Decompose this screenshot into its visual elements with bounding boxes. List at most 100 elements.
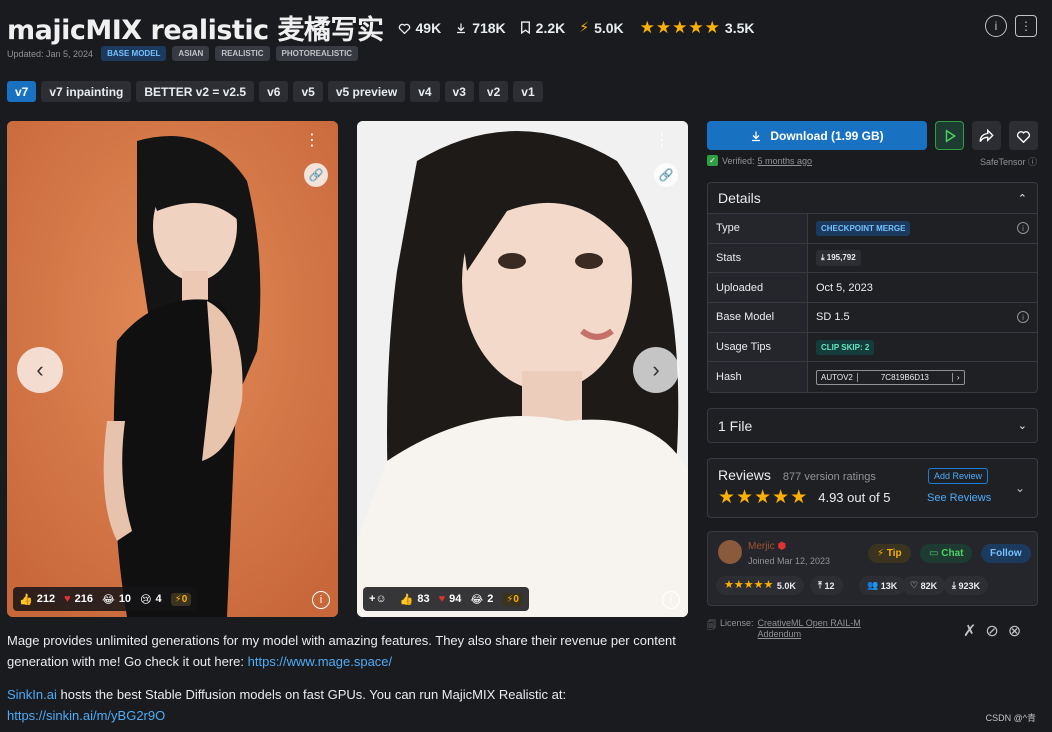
- buzz-tip-chip[interactable]: ⚡0: [170, 592, 192, 606]
- hash-box[interactable]: AUTOV2 7C819B6D13 ›: [816, 369, 965, 385]
- updated-date: Updated: Jan 5, 2024: [7, 48, 94, 59]
- star-icon: ★★★★★: [724, 579, 774, 591]
- detail-row-stats: Stats ⤓ 195,792: [708, 243, 1037, 274]
- detail-row-type: Type CHECKPOINT MERGE i: [708, 214, 1037, 244]
- star-icon: ★: [718, 487, 736, 508]
- follow-button[interactable]: Follow: [981, 544, 1031, 563]
- add-reaction-button[interactable]: +☺: [369, 593, 391, 605]
- version-tab-v3[interactable]: v3: [444, 81, 474, 102]
- image-info-icon[interactable]: i: [662, 591, 680, 609]
- heart-icon: [398, 23, 410, 34]
- version-tab-v5-preview[interactable]: v5 preview: [327, 81, 406, 102]
- license-link[interactable]: CreativeML Open RAIL-M Addendum: [758, 618, 861, 640]
- chat-button[interactable]: ▭ Chat: [920, 544, 973, 563]
- version-tab-v1[interactable]: v1: [513, 81, 543, 102]
- no-brush-icon: ✗: [963, 623, 977, 640]
- card-menu-icon[interactable]: ⋮: [654, 133, 670, 149]
- avatar[interactable]: [718, 540, 742, 564]
- watermark: CSDN @^青: [985, 713, 1036, 723]
- reaction-laugh[interactable]: 😂 2: [470, 593, 493, 606]
- see-reviews-link[interactable]: See Reviews: [927, 492, 991, 504]
- likes-stat: 49K: [398, 20, 441, 36]
- badge-realistic[interactable]: REALISTIC: [215, 46, 270, 61]
- add-review-button[interactable]: Add Review: [928, 468, 989, 484]
- license-icon: 🗐: [707, 620, 716, 630]
- chevron-down-icon[interactable]: ⌄: [1015, 481, 1025, 495]
- description-paragraph-2: SinkIn.ai hosts the best Stable Diffusio…: [7, 687, 567, 723]
- laugh-icon: 😂: [101, 593, 115, 606]
- reaction-laugh[interactable]: 😂 10: [102, 593, 131, 606]
- tip-button[interactable]: ⚡ Tip: [868, 544, 911, 563]
- hash-type: AUTOV2: [817, 372, 858, 382]
- details-toggle[interactable]: Details ⌃: [708, 183, 1037, 214]
- downloads-chip: ⤓ 195,792: [816, 250, 861, 267]
- version-tab-v7[interactable]: v7: [7, 81, 37, 102]
- upload-icon: ⤒: [818, 580, 822, 590]
- version-tab-v5[interactable]: v5: [293, 81, 323, 102]
- share-icon: [979, 128, 994, 142]
- chat-icon: ▭: [929, 548, 939, 559]
- creator-name[interactable]: Merjic ⬢: [748, 541, 786, 552]
- reaction-heart[interactable]: ♥ 216: [64, 593, 93, 605]
- detail-row-hash: Hash AUTOV2 7C819B6D13 ›: [708, 362, 1037, 393]
- meta-row: Updated: Jan 5, 2024 BASE MODEL ASIAN RE…: [7, 46, 364, 61]
- description-paragraph-1: Mage provides unlimited generations for …: [7, 633, 676, 669]
- link-icon[interactable]: 🔗: [654, 163, 678, 187]
- license-row: 🗐 License: CreativeML Open RAIL-M Addendu…: [707, 618, 861, 640]
- laugh-icon: 😂: [470, 593, 484, 606]
- detail-row-base-model: Base Model SD 1.5 i: [708, 303, 1037, 333]
- badge-photorealistic[interactable]: PHOTOREALISTIC: [275, 46, 359, 61]
- thumbs-up-icon: 👍: [19, 593, 33, 606]
- star-icon: ★: [688, 18, 704, 37]
- more-menu-icon[interactable]: ⋮: [1015, 15, 1037, 37]
- bolt-icon: ⚡: [877, 548, 885, 559]
- buzz-tip-chip[interactable]: ⚡0: [502, 592, 523, 606]
- chevron-up-icon: ⌃: [1017, 192, 1027, 205]
- version-tab-v2[interactable]: v2: [478, 81, 509, 102]
- header: majicMIX realistic 麦橘写实 49K 718K 2.2K ⚡ …: [7, 8, 754, 47]
- shield-check-icon: ✓: [707, 155, 718, 166]
- reaction-heart[interactable]: ♥ 94: [439, 593, 462, 605]
- download-icon: [457, 23, 466, 33]
- info-icon[interactable]: i: [985, 15, 1007, 37]
- bookmarks-stat: 2.2K: [520, 20, 565, 36]
- badge-asian[interactable]: ASIAN: [172, 46, 210, 61]
- star-icon: ★: [772, 487, 790, 508]
- hash-value: 7C819B6D13: [858, 372, 953, 382]
- verified-time-link[interactable]: 5 months ago: [758, 156, 813, 166]
- star-icon: ★: [672, 18, 688, 37]
- heart-icon: ♥: [64, 593, 71, 605]
- version-tab-v7-inpainting[interactable]: v7 inpainting: [41, 81, 132, 102]
- file-format: SafeTensor ⓘ: [979, 157, 1037, 167]
- next-arrow-icon[interactable]: ›: [633, 347, 679, 393]
- badge-base-model[interactable]: BASE MODEL: [101, 46, 167, 61]
- info-icon[interactable]: i: [1017, 222, 1029, 235]
- share-button[interactable]: [972, 121, 1001, 150]
- info-icon[interactable]: i: [1017, 311, 1029, 324]
- star-icon: ★: [639, 18, 655, 37]
- bolt-icon: ⚡: [174, 593, 182, 605]
- download-button[interactable]: Download (1.99 GB): [707, 121, 927, 150]
- thumbs-up-icon: 👍: [399, 593, 414, 606]
- reaction-thumbs-up[interactable]: 👍 83: [400, 593, 430, 606]
- reaction-sad[interactable]: 😢 4: [140, 593, 162, 606]
- link-icon[interactable]: 🔗: [304, 163, 328, 187]
- sinkin-link[interactable]: SinkIn.ai: [7, 687, 57, 702]
- prev-arrow-icon[interactable]: ‹: [17, 347, 63, 393]
- heart-icon: [1016, 130, 1031, 143]
- creator-uploads: ⤒ 12: [810, 576, 843, 595]
- card-menu-icon[interactable]: ⋮: [304, 133, 320, 149]
- favorite-button[interactable]: [1009, 121, 1038, 150]
- files-panel[interactable]: 1 File ⌄: [707, 408, 1038, 443]
- image-info-icon[interactable]: i: [312, 591, 330, 609]
- run-button[interactable]: [935, 121, 964, 150]
- version-tab-v4[interactable]: v4: [410, 81, 440, 102]
- version-tab-better-v2[interactable]: BETTER v2 = v2.5: [136, 81, 255, 102]
- license-restrictions: ✗ ⊘ ⊗: [963, 621, 1030, 641]
- creator-likes: ♡ 82K: [902, 576, 946, 595]
- sinkin-model-link[interactable]: https://sinkin.ai/m/yBG2r9O: [7, 708, 165, 723]
- reaction-thumbs-up[interactable]: 👍 212: [19, 593, 55, 606]
- mage-link[interactable]: https://www.mage.space/: [248, 654, 393, 669]
- star-icon: ★: [754, 487, 772, 508]
- version-tab-v6[interactable]: v6: [259, 81, 289, 102]
